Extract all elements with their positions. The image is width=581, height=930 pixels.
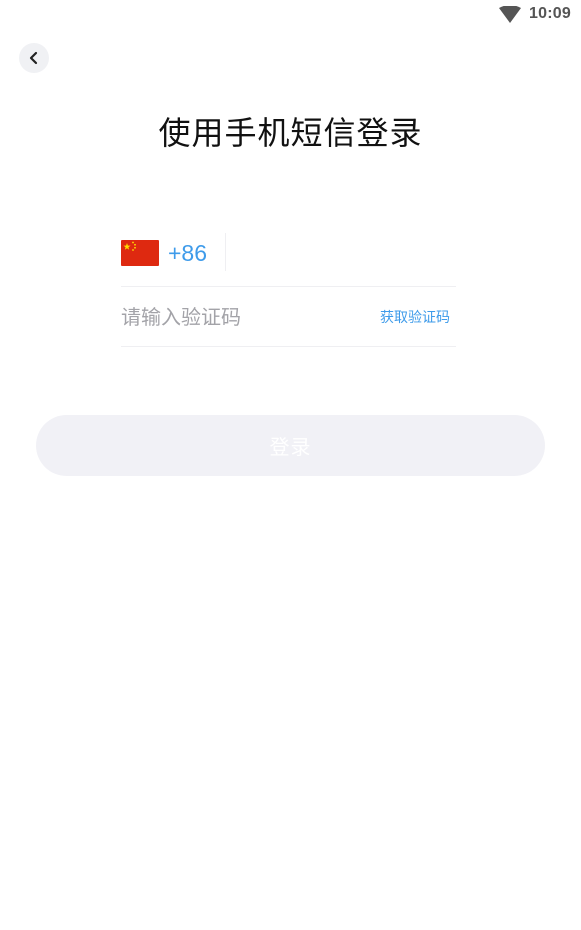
chevron-left-icon <box>29 51 38 65</box>
phone-row: +86 <box>121 231 457 287</box>
country-code-selector[interactable]: +86 <box>168 240 207 267</box>
code-row: 获取验证码 <box>121 287 456 347</box>
phone-input[interactable] <box>233 235 457 273</box>
login-button[interactable]: 登录 <box>36 415 545 476</box>
page-title: 使用手机短信登录 <box>158 114 423 152</box>
status-bar: 10:09 <box>0 0 581 30</box>
wifi-icon <box>499 6 521 23</box>
verification-code-input[interactable] <box>121 301 351 333</box>
status-time: 10:09 <box>529 5 571 22</box>
divider <box>225 233 226 271</box>
china-flag-icon <box>121 240 159 266</box>
back-button[interactable] <box>19 43 49 73</box>
get-code-button[interactable]: 获取验证码 <box>380 307 450 327</box>
